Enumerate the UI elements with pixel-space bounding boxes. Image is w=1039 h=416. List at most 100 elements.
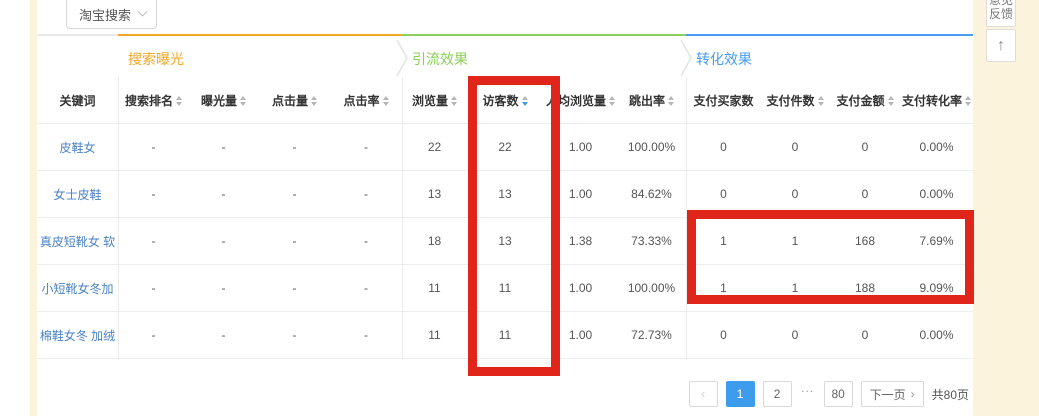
cell: 18 xyxy=(402,218,466,264)
column-header-10[interactable]: 支付件数 xyxy=(760,77,830,123)
cell: 0 xyxy=(686,124,760,170)
sort-icon xyxy=(383,96,389,106)
column-header-0: 关键词 xyxy=(37,77,118,123)
annotation-highlight-box-visitors-column xyxy=(468,76,560,376)
page-button-80[interactable]: 80 xyxy=(824,381,853,407)
column-group-conversion-effect: 转化效果 xyxy=(686,34,973,77)
column-header-label: 跳出率 xyxy=(629,92,665,109)
column-header-label: 支付转化率 xyxy=(902,92,962,109)
page-gutter-right xyxy=(973,0,1039,416)
sort-icon xyxy=(176,96,182,106)
cell: - xyxy=(259,171,330,217)
cell: - xyxy=(259,265,330,311)
channel-dropdown-label: 淘宝搜索 xyxy=(79,5,131,24)
group-separator-icon xyxy=(680,39,692,77)
next-page-label: 下一页 xyxy=(870,386,906,403)
chevron-right-icon: › xyxy=(911,387,915,401)
column-group-label: 转化效果 xyxy=(696,51,752,67)
column-header-2[interactable]: 曝光量 xyxy=(188,77,259,123)
cell: - xyxy=(188,218,259,264)
cell: - xyxy=(118,265,188,311)
keyword-link[interactable]: 真皮短靴女 软 xyxy=(37,218,118,264)
cell: - xyxy=(259,312,330,358)
cell: 84.62% xyxy=(617,171,686,217)
column-header-label: 支付买家数 xyxy=(693,92,753,109)
chevron-down-icon xyxy=(138,6,148,16)
arrow-up-icon: ↑ xyxy=(997,37,1005,55)
sort-icon xyxy=(240,96,246,106)
back-to-top-button[interactable]: ↑ xyxy=(986,29,1016,62)
sort-icon xyxy=(818,96,824,106)
cell: - xyxy=(330,124,402,170)
cell: 11 xyxy=(402,265,466,311)
cell: 0.00% xyxy=(900,124,973,170)
cell: 22 xyxy=(402,124,466,170)
feedback-button[interactable]: 意见反馈 xyxy=(986,0,1016,27)
column-header-11[interactable]: 支付金额 xyxy=(830,77,900,123)
feedback-button-label: 意见反馈 xyxy=(988,0,1014,21)
cell: - xyxy=(259,218,330,264)
cell: 0 xyxy=(760,312,830,358)
cell: - xyxy=(330,171,402,217)
next-page-button[interactable]: 下一页 › xyxy=(861,381,924,407)
column-header-label: 搜索排名 xyxy=(125,92,173,109)
cell: 11 xyxy=(402,312,466,358)
column-header-label: 支付件数 xyxy=(766,92,814,109)
column-group-row: 搜索曝光 引流效果 转化效果 xyxy=(37,34,973,77)
cell: 73.33% xyxy=(617,218,686,264)
cell: - xyxy=(188,124,259,170)
column-group-label: 搜索曝光 xyxy=(128,51,184,67)
keyword-link[interactable]: 小短靴女冬加 xyxy=(37,265,118,311)
column-group-traffic-effect: 引流效果 xyxy=(402,34,686,77)
page-button-1[interactable]: 1 xyxy=(726,381,755,407)
column-header-12[interactable]: 支付转化率 xyxy=(900,77,973,123)
column-header-label: 浏览量 xyxy=(412,92,448,109)
keyword-link[interactable]: 皮鞋女 xyxy=(37,124,118,170)
cell: - xyxy=(188,265,259,311)
cell: 100.00% xyxy=(617,265,686,311)
column-header-label: 点击率 xyxy=(343,92,379,109)
cell: 100.00% xyxy=(617,124,686,170)
pagination-ellipsis: ... xyxy=(800,381,816,407)
cell: - xyxy=(118,312,188,358)
cell: - xyxy=(118,218,188,264)
sort-icon xyxy=(888,96,894,106)
cell: 0 xyxy=(760,124,830,170)
keyword-link[interactable]: 棉鞋女冬 加绒 xyxy=(37,312,118,358)
column-group-label: 引流效果 xyxy=(412,51,468,67)
column-group-spacer xyxy=(37,34,118,77)
sort-icon xyxy=(668,96,674,106)
column-header-8[interactable]: 跳出率 xyxy=(617,77,686,123)
toolbar: 淘宝搜索 xyxy=(37,0,973,34)
keyword-link[interactable]: 女士皮鞋 xyxy=(37,171,118,217)
cell: 0 xyxy=(830,124,900,170)
group-separator-icon xyxy=(396,39,408,77)
cell: - xyxy=(259,124,330,170)
sort-icon xyxy=(609,96,615,106)
pagination: ‹ 12... 80 下一页 › 共80页 xyxy=(689,381,969,407)
prev-page-button[interactable]: ‹ xyxy=(689,381,718,407)
column-header-3[interactable]: 点击量 xyxy=(259,77,330,123)
sort-icon xyxy=(965,96,971,106)
cell: - xyxy=(118,124,188,170)
cell: - xyxy=(188,312,259,358)
cell: 0.00% xyxy=(900,312,973,358)
column-header-4[interactable]: 点击率 xyxy=(330,77,402,123)
column-group-search-exposure: 搜索曝光 xyxy=(118,34,402,77)
cell: - xyxy=(188,171,259,217)
column-header-label: 点击量 xyxy=(272,92,308,109)
cell: - xyxy=(330,218,402,264)
cell: 72.73% xyxy=(617,312,686,358)
column-header-5[interactable]: 浏览量 xyxy=(402,77,466,123)
annotation-highlight-box-conversion-rows xyxy=(687,210,974,304)
page-button-2[interactable]: 2 xyxy=(763,381,792,407)
column-header-label: 关键词 xyxy=(59,92,95,109)
cell: 13 xyxy=(402,171,466,217)
column-header-label: 曝光量 xyxy=(201,92,237,109)
column-header-label: 支付金额 xyxy=(836,92,884,109)
column-header-1[interactable]: 搜索排名 xyxy=(118,77,188,123)
total-pages-label: 共80页 xyxy=(932,386,969,403)
chevron-left-icon: ‹ xyxy=(701,387,705,401)
cell: 0 xyxy=(686,312,760,358)
channel-dropdown[interactable]: 淘宝搜索 xyxy=(66,0,157,29)
